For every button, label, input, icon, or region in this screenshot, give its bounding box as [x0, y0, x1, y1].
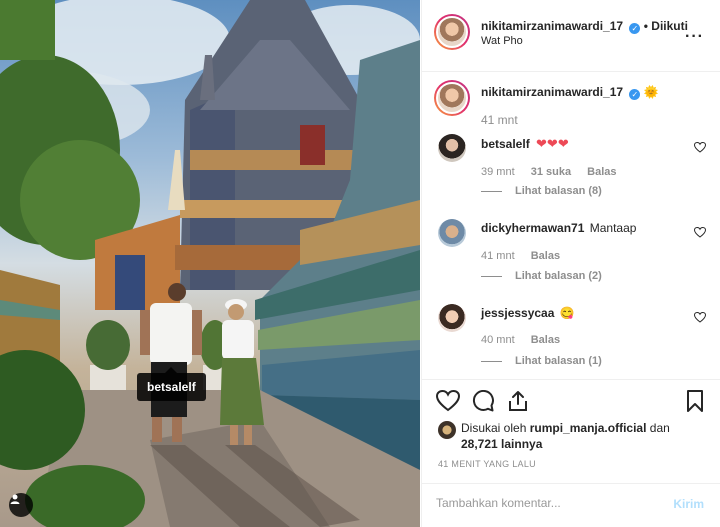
post-actions: Disukai oleh rumpi_manja.official dan 28…: [422, 379, 720, 527]
liked-by-prefix: Disukai oleh: [461, 421, 527, 435]
verified-badge-icon: ✓: [629, 23, 641, 34]
caption-username[interactable]: nikitamirzanimawardi_17: [481, 85, 623, 99]
comment-text: Mantaap: [589, 221, 637, 235]
comment-body: jessjessycaa 😋: [481, 306, 575, 320]
view-replies-button[interactable]: Lihat balasan (8): [481, 185, 602, 197]
add-comment-bar: Kirim: [422, 483, 720, 527]
liked-by-others[interactable]: 28,721 lainnya: [461, 437, 542, 451]
comment-meta: 40 mnt Balas: [481, 334, 560, 346]
post-photo[interactable]: betsalelf: [0, 0, 420, 527]
author-avatar[interactable]: [434, 14, 470, 50]
post-side-panel: nikitamirzanimawardi_17 ✓ • Diikuti Wat …: [421, 0, 720, 527]
like-heart-icon[interactable]: [436, 390, 460, 412]
comment-meta: 41 mnt Balas: [481, 250, 560, 262]
comment-username[interactable]: dickyhermawan71: [481, 221, 584, 235]
reply-button[interactable]: Balas: [531, 334, 560, 346]
post-time-ago[interactable]: 41 MENIT YANG LALU: [438, 459, 536, 469]
liker-avatar[interactable]: [438, 421, 456, 439]
comment-body: betsalelf ❤❤❤: [481, 136, 569, 152]
comment-username[interactable]: betsalelf: [481, 137, 530, 151]
more-horizontal-icon[interactable]: ···: [685, 28, 704, 46]
share-icon[interactable]: [507, 390, 529, 412]
comment-icon[interactable]: [472, 390, 494, 412]
caption-time: 41 mnt: [481, 113, 518, 127]
comment-avatar[interactable]: [438, 134, 466, 162]
location-link[interactable]: Wat Pho: [481, 35, 523, 47]
author-username[interactable]: nikitamirzanimawardi_17: [481, 19, 623, 33]
post-comment-button[interactable]: Kirim: [673, 497, 704, 511]
comment-username[interactable]: jessjessycaa: [481, 306, 554, 320]
follow-status[interactable]: • Diikuti: [644, 19, 688, 33]
likes-summary: Disukai oleh rumpi_manja.official dan 28…: [461, 420, 670, 452]
verified-badge-icon: ✓: [629, 89, 641, 100]
temple-scene: [0, 0, 420, 527]
comment-body: dickyhermawan71 Mantaap: [481, 221, 636, 235]
comment-likes[interactable]: 31 suka: [531, 166, 571, 178]
comment-avatar[interactable]: [438, 219, 466, 247]
post-header: nikitamirzanimawardi_17 ✓ • Diikuti Wat …: [422, 0, 720, 72]
liked-by-user[interactable]: rumpi_manja.official: [530, 421, 647, 435]
caption: nikitamirzanimawardi_17 ✓ 🌞: [481, 85, 659, 100]
view-replies-button[interactable]: Lihat balasan (2): [481, 270, 602, 282]
reply-button[interactable]: Balas: [531, 250, 560, 262]
comment-text: ❤❤❤: [536, 136, 569, 151]
comment-time: 39 mnt: [481, 166, 515, 178]
reply-button[interactable]: Balas: [587, 166, 616, 178]
comment-text: 😋: [559, 306, 575, 320]
heart-outline-icon[interactable]: [694, 227, 706, 238]
comment-time: 40 mnt: [481, 334, 515, 346]
caption-text: 🌞: [643, 85, 659, 99]
user-icon[interactable]: [9, 493, 33, 517]
comment-avatar[interactable]: [438, 304, 466, 332]
heart-outline-icon[interactable]: [694, 312, 706, 323]
bookmark-icon[interactable]: [686, 390, 704, 412]
caption-author-avatar[interactable]: [434, 80, 470, 116]
heart-outline-icon[interactable]: [694, 142, 706, 153]
comment-input[interactable]: [436, 496, 656, 510]
view-replies-button[interactable]: Lihat balasan (1): [481, 355, 602, 367]
comment-time: 41 mnt: [481, 250, 515, 262]
tagged-user-label[interactable]: betsalelf: [137, 367, 206, 401]
comments-list[interactable]: nikitamirzanimawardi_17 ✓ 🌞 41 mnt betsa…: [422, 72, 720, 379]
comment-meta: 39 mnt 31 suka Balas: [481, 166, 617, 178]
liked-by-and: dan: [649, 421, 670, 435]
